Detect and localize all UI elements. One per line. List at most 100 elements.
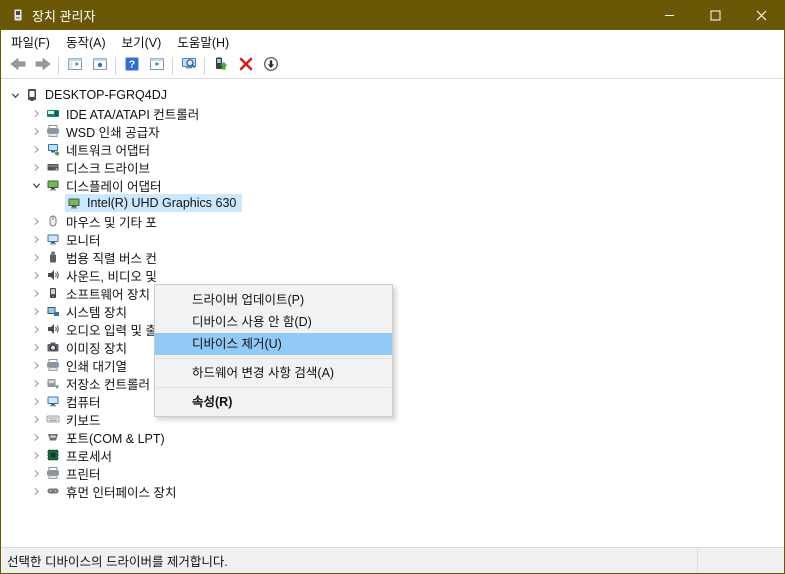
tree-item-core[interactable]: 컴퓨터: [44, 392, 107, 410]
computer-icon: [24, 87, 40, 103]
chevron-collapsed-icon[interactable]: [28, 141, 44, 157]
tree-item-core[interactable]: 디스플레이 어댑터: [44, 176, 167, 194]
tree-item[interactable]: 디스플레이 어댑터: [1, 176, 784, 194]
chevron-collapsed-icon[interactable]: [28, 375, 44, 391]
tree-item[interactable]: WSD 인쇄 공급자: [1, 122, 784, 140]
system-device-icon: [45, 303, 61, 319]
tree-item-core[interactable]: 범용 직렬 버스 컨: [44, 248, 163, 266]
menubar-item-2[interactable]: 보기(V): [114, 30, 170, 53]
tree-item[interactable]: Intel(R) UHD Graphics 630: [1, 194, 784, 212]
tree-item[interactable]: 범용 직렬 버스 컨: [1, 248, 784, 266]
tree-item-core[interactable]: 오디오 입력 및 출: [44, 320, 163, 338]
chevron-expanded-icon[interactable]: [28, 177, 44, 193]
toolbar-forward-button[interactable]: [30, 55, 55, 77]
tree-item-core[interactable]: IDE ATA/ATAPI 컨트롤러: [44, 104, 205, 122]
chevron-collapsed-icon[interactable]: [28, 357, 44, 373]
chevron-collapsed-icon[interactable]: [28, 429, 44, 445]
keyboard-icon: [45, 411, 61, 427]
tree-item-core[interactable]: Intel(R) UHD Graphics 630: [65, 194, 243, 212]
menubar-item-3[interactable]: 도움말(H): [169, 30, 237, 53]
tree-item[interactable]: DESKTOP-FGRQ4DJ: [1, 86, 784, 104]
tree-item-core[interactable]: 사운드, 비디오 및: [44, 266, 163, 284]
tree-item-core[interactable]: DESKTOP-FGRQ4DJ: [23, 86, 173, 104]
tree-item-core[interactable]: 모니터: [44, 230, 107, 248]
tree-item[interactable]: 포트(COM & LPT): [1, 428, 784, 446]
mouse-icon: [45, 213, 61, 229]
tree-item-core[interactable]: 프린터: [44, 464, 107, 482]
chevron-collapsed-icon[interactable]: [28, 483, 44, 499]
context-menu-item-properties[interactable]: 속성(R): [155, 391, 392, 413]
chevron-collapsed-icon[interactable]: [28, 231, 44, 247]
back-icon: [10, 56, 26, 75]
tree-item-core[interactable]: 소프트웨어 장치: [44, 284, 156, 302]
tree-item-core[interactable]: 디스크 드라이브: [44, 158, 156, 176]
toolbar-separator: [204, 56, 205, 75]
tree-item-core[interactable]: 포트(COM & LPT): [44, 428, 171, 446]
chevron-collapsed-icon[interactable]: [28, 321, 44, 337]
context-menu-item-update-driver[interactable]: 드라이버 업데이트(P): [155, 289, 392, 311]
tree-item[interactable]: 휴먼 인터페이스 장치: [1, 482, 784, 500]
tree-item[interactable]: 네트워크 어댑터: [1, 140, 784, 158]
chevron-collapsed-icon[interactable]: [28, 123, 44, 139]
chevron-collapsed-icon[interactable]: [28, 447, 44, 463]
context-menu-item-uninstall-device[interactable]: 디바이스 제거(U): [155, 333, 392, 355]
toolbar-scan-hardware-changes-button[interactable]: [176, 55, 201, 77]
window-title: 장치 관리자: [32, 8, 96, 24]
chevron-collapsed-icon[interactable]: [28, 465, 44, 481]
chevron-collapsed-icon[interactable]: [28, 105, 44, 121]
maximize-button[interactable]: [692, 0, 738, 30]
tree-item-core[interactable]: 이미징 장치: [44, 338, 133, 356]
tree-item-core[interactable]: 시스템 장치: [44, 302, 133, 320]
status-message: 선택한 디바이스의 드라이버를 제거합니다.: [1, 548, 698, 573]
chevron-collapsed-icon[interactable]: [28, 303, 44, 319]
tree-item-core[interactable]: WSD 인쇄 공급자: [44, 122, 166, 140]
forward-icon: [35, 56, 51, 75]
context-menu-item-scan-hardware-changes[interactable]: 하드웨어 변경 사항 검색(A): [155, 362, 392, 384]
toolbar-disable-device-button[interactable]: [258, 55, 283, 77]
tree-item[interactable]: IDE ATA/ATAPI 컨트롤러: [1, 104, 784, 122]
tree-item[interactable]: 사운드, 비디오 및: [1, 266, 784, 284]
scan-hardware-changes-icon: [181, 56, 197, 75]
minimize-button[interactable]: [646, 0, 692, 30]
toolbar-uninstall-device-button[interactable]: [233, 55, 258, 77]
tree-item-core[interactable]: 인쇄 대기열: [44, 356, 133, 374]
status-bar: 선택한 디바이스의 드라이버를 제거합니다.: [1, 547, 784, 573]
tree-item[interactable]: 디스크 드라이브: [1, 158, 784, 176]
toolbar-update-driver-button[interactable]: [208, 55, 233, 77]
chevron-collapsed-icon[interactable]: [28, 339, 44, 355]
chevron-collapsed-icon[interactable]: [28, 249, 44, 265]
tree-item-core[interactable]: 프로세서: [44, 446, 118, 464]
context-menu-item-disable-device[interactable]: 디바이스 사용 안 함(D): [155, 311, 392, 333]
toolbar-properties-button[interactable]: [87, 55, 112, 77]
toolbar-back-button[interactable]: [5, 55, 30, 77]
tree-item[interactable]: 마우스 및 기타 포: [1, 212, 784, 230]
tree-item-core[interactable]: 휴먼 인터페이스 장치: [44, 482, 182, 500]
menubar-item-0[interactable]: 파일(F): [3, 30, 58, 53]
tree-item[interactable]: 모니터: [1, 230, 784, 248]
show-hide-action-pane-icon: [149, 56, 165, 75]
chevron-collapsed-icon[interactable]: [28, 285, 44, 301]
tree-item-label: DESKTOP-FGRQ4DJ: [45, 88, 168, 102]
tree-item-core[interactable]: 마우스 및 기타 포: [44, 212, 163, 230]
chevron-collapsed-icon[interactable]: [28, 393, 44, 409]
software-device-icon: [45, 285, 61, 301]
tree-item[interactable]: 프로세서: [1, 446, 784, 464]
tree-item-core[interactable]: 키보드: [44, 410, 107, 428]
chevron-collapsed-icon[interactable]: [28, 267, 44, 283]
toolbar-help-button[interactable]: ?: [119, 55, 144, 77]
chevron-expanded-icon[interactable]: [7, 87, 23, 103]
tree-item[interactable]: 프린터: [1, 464, 784, 482]
usb-icon: [45, 249, 61, 265]
tree-item-core[interactable]: 네트워크 어댑터: [44, 140, 156, 158]
close-button[interactable]: [738, 0, 784, 30]
chevron-collapsed-icon[interactable]: [28, 159, 44, 175]
show-hide-console-tree-icon: [67, 56, 83, 75]
menubar-item-1[interactable]: 동작(A): [58, 30, 114, 53]
toolbar-show-hide-console-tree-button[interactable]: [62, 55, 87, 77]
chevron-collapsed-icon[interactable]: [28, 411, 44, 427]
ide-controller-icon: [45, 105, 61, 121]
tree-item-core[interactable]: 저장소 컨트롤러: [44, 374, 156, 392]
toolbar-show-hide-action-pane-button[interactable]: [144, 55, 169, 77]
chevron-collapsed-icon[interactable]: [28, 213, 44, 229]
context-menu: 드라이버 업데이트(P) 디바이스 사용 안 함(D) 디바이스 제거(U) 하드웨어…: [154, 284, 393, 417]
